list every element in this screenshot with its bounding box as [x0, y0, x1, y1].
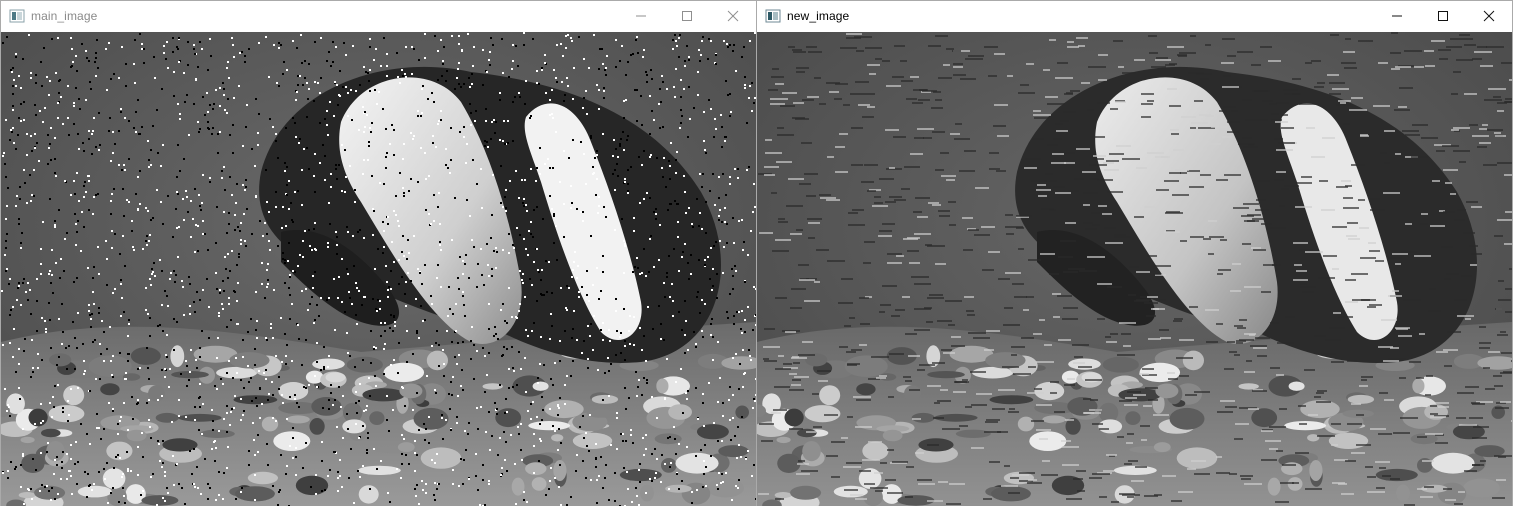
maximize-button[interactable]: [1420, 1, 1466, 31]
titlebar[interactable]: main_image: [1, 1, 756, 31]
close-icon: [1483, 10, 1495, 22]
close-button[interactable]: [710, 1, 756, 31]
minimize-button[interactable]: [618, 1, 664, 31]
window-new-image[interactable]: new_image: [757, 0, 1513, 506]
maximize-icon: [1438, 11, 1448, 21]
window-main-image[interactable]: main_image: [0, 0, 757, 506]
image-canvas: [757, 32, 1512, 506]
titlebar[interactable]: new_image: [757, 1, 1512, 31]
window-title: main_image: [31, 9, 98, 23]
maximize-button[interactable]: [664, 1, 710, 31]
minimize-icon: [636, 15, 646, 17]
window-title: new_image: [787, 9, 850, 23]
penguin-image-noisy: [1, 32, 756, 506]
penguin-image-filtered: [757, 32, 1512, 506]
app-icon: [765, 8, 781, 24]
maximize-icon: [682, 11, 692, 21]
close-icon: [727, 10, 739, 22]
app-icon: [9, 8, 25, 24]
minimize-icon: [1392, 15, 1402, 17]
window-controls: [1374, 1, 1512, 31]
window-controls: [618, 1, 756, 31]
minimize-button[interactable]: [1374, 1, 1420, 31]
image-canvas: [1, 32, 756, 506]
close-button[interactable]: [1466, 1, 1512, 31]
